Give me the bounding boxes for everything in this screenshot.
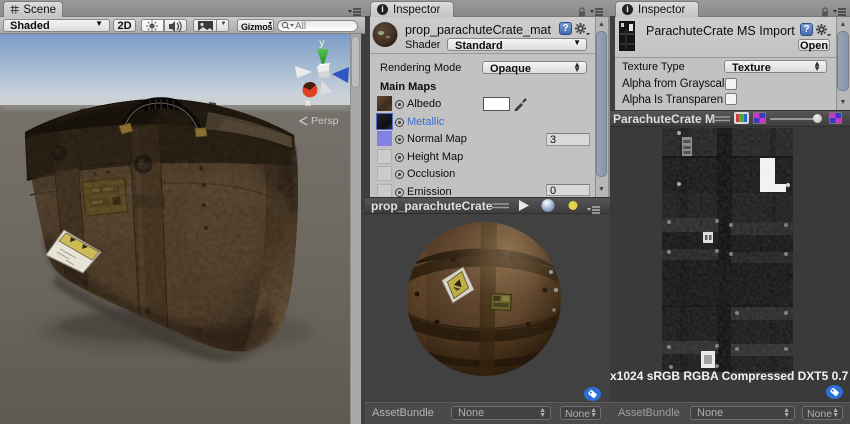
svg-text:y: y — [319, 38, 325, 49]
svg-text:Persp: Persp — [311, 115, 339, 127]
svg-text:x1024 sRGB RGBA Compressed DX: x1024 sRGB RGBA Compressed DXT5 0.7 — [610, 369, 849, 383]
svg-text:x: x — [305, 98, 311, 109]
